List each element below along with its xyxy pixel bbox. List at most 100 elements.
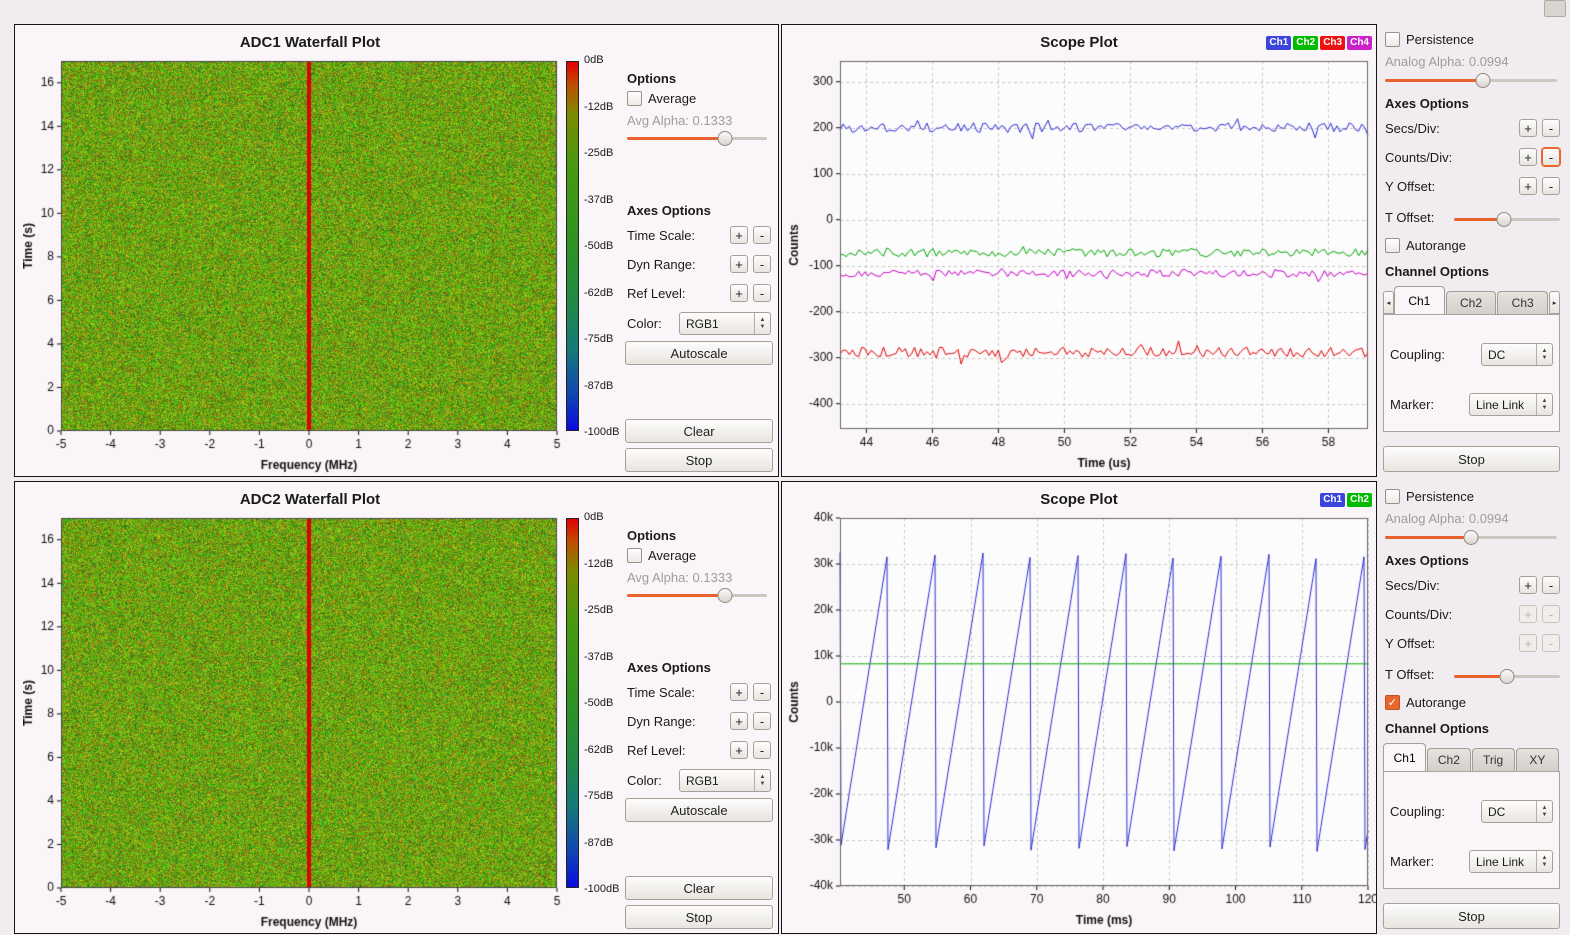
dyn-range-plus-button[interactable]: + — [730, 712, 748, 730]
spinner-arrows-icon[interactable]: ▲▼ — [1536, 344, 1552, 365]
coupling-select[interactable]: DC ▲▼ — [1481, 343, 1553, 366]
slider-knob[interactable] — [1464, 530, 1479, 545]
y-offset-label: Y Offset: — [1385, 179, 1514, 194]
counts-div-minus-button[interactable]: - — [1542, 148, 1560, 166]
stop-button[interactable]: Stop — [625, 905, 773, 929]
ref-level-label: Ref Level: — [627, 743, 725, 758]
colorbar-label: -12dB — [584, 559, 619, 570]
ref-level-plus-button[interactable]: + — [730, 284, 748, 302]
autorange-checkbox[interactable]: ✓ Autorange — [1385, 695, 1466, 710]
scrollbar-thumb[interactable] — [1544, 0, 1566, 17]
autorange-checkbox[interactable]: Autorange — [1385, 238, 1466, 253]
dyn-range-minus-button[interactable]: - — [753, 712, 771, 730]
dyn-range-plus-button[interactable]: + — [730, 255, 748, 273]
autorange-label: Autorange — [1406, 238, 1466, 253]
spinner-arrows-icon[interactable]: ▲▼ — [754, 313, 770, 334]
average-checkbox-box[interactable] — [627, 91, 642, 106]
color-value: RGB1 — [680, 770, 754, 791]
spinner-arrows-icon[interactable]: ▲▼ — [1536, 394, 1552, 415]
ref-level-minus-button[interactable]: - — [753, 284, 771, 302]
tab-scroll-right-icon[interactable]: ▸ — [1549, 291, 1560, 314]
counts-div-plus-button[interactable]: + — [1519, 148, 1537, 166]
y-offset-minus-button[interactable]: - — [1542, 177, 1560, 195]
spinner-arrows-icon[interactable]: ▲▼ — [754, 770, 770, 791]
average-checkbox[interactable]: Average — [627, 548, 696, 563]
persistence-checkbox[interactable]: Persistence — [1385, 489, 1474, 504]
channel-tab-trig[interactable]: Trig — [1472, 748, 1515, 771]
ref-level-minus-button[interactable]: - — [753, 741, 771, 759]
analog-alpha-slider[interactable] — [1385, 73, 1557, 88]
scope2-plot — [788, 510, 1376, 930]
spinner-arrows-icon[interactable]: ▲▼ — [1536, 801, 1552, 822]
autorange-checkbox-box[interactable] — [1385, 238, 1400, 253]
clear-button[interactable]: Clear — [625, 876, 773, 900]
y-offset-plus-button[interactable]: + — [1519, 177, 1537, 195]
ref-level-row: Ref Level: + - — [627, 283, 771, 303]
t-offset-slider[interactable] — [1454, 667, 1560, 682]
channel-tab-ch1[interactable]: Ch1 — [1394, 286, 1445, 314]
t-offset-row: T Offset: — [1385, 207, 1560, 227]
avg-alpha-slider[interactable] — [627, 588, 767, 603]
autorange-label: Autorange — [1406, 695, 1466, 710]
y-offset-plus-button[interactable]: + — [1519, 634, 1537, 652]
channel-tab-ch1[interactable]: Ch1 — [1383, 743, 1426, 771]
counts-div-plus-button[interactable]: + — [1519, 605, 1537, 623]
colorbar-label: -87dB — [584, 838, 619, 849]
colorbar-label: -12dB — [584, 102, 619, 113]
time-scale-minus-button[interactable]: - — [753, 683, 771, 701]
secs-div-minus-button[interactable]: - — [1542, 119, 1560, 137]
channel-tab-ch3[interactable]: Ch3 — [1497, 291, 1548, 314]
slider-knob[interactable] — [1476, 73, 1491, 88]
average-checkbox[interactable]: Average — [627, 91, 696, 106]
persistence-checkbox-box[interactable] — [1385, 32, 1400, 47]
slider-knob[interactable] — [718, 588, 733, 603]
adc1-waterfall-panel: ADC1 Waterfall Plot 0dB-12dB-25dB-37dB-5… — [14, 24, 779, 477]
clear-button[interactable]: Clear — [625, 419, 773, 443]
waterfall1-plot — [23, 51, 563, 475]
time-scale-plus-button[interactable]: + — [730, 226, 748, 244]
persistence-checkbox-box[interactable] — [1385, 489, 1400, 504]
counts-div-minus-button[interactable]: - — [1542, 605, 1560, 623]
average-label: Average — [648, 91, 696, 106]
average-label: Average — [648, 548, 696, 563]
tab-scroll-left-icon[interactable]: ◂ — [1383, 291, 1394, 314]
secs-div-minus-button[interactable]: - — [1542, 576, 1560, 594]
ref-level-plus-button[interactable]: + — [730, 741, 748, 759]
marker-label: Marker: — [1390, 397, 1469, 412]
secs-div-plus-button[interactable]: + — [1519, 576, 1537, 594]
average-checkbox-box[interactable] — [627, 548, 642, 563]
channel-tab-ch2[interactable]: Ch2 — [1427, 748, 1470, 771]
color-select[interactable]: RGB1 ▲▼ — [679, 312, 771, 335]
stop-button[interactable]: Stop — [1383, 446, 1560, 472]
stop-button[interactable]: Stop — [625, 448, 773, 472]
autoscale-button[interactable]: Autoscale — [625, 798, 773, 822]
autorange-checkbox-box[interactable]: ✓ — [1385, 695, 1400, 710]
avg-alpha-slider[interactable] — [627, 131, 767, 146]
slider-knob[interactable] — [1500, 669, 1515, 684]
marker-select[interactable]: Line Link ▲▼ — [1469, 393, 1553, 416]
spinner-arrows-icon[interactable]: ▲▼ — [1536, 851, 1552, 872]
analog-alpha-slider[interactable] — [1385, 530, 1557, 545]
coupling-select[interactable]: DC ▲▼ — [1481, 800, 1553, 823]
time-scale-plus-button[interactable]: + — [730, 683, 748, 701]
colorbar-label: -37dB — [584, 195, 619, 206]
intensity-colorbar — [566, 61, 579, 431]
secs-div-plus-button[interactable]: + — [1519, 119, 1537, 137]
autoscale-button[interactable]: Autoscale — [625, 341, 773, 365]
colorbar-label: 0dB — [584, 55, 619, 66]
stop-button[interactable]: Stop — [1383, 903, 1560, 929]
t-offset-slider[interactable] — [1454, 210, 1560, 225]
color-select[interactable]: RGB1 ▲▼ — [679, 769, 771, 792]
scope-plot-panel-1: Scope Plot Ch1Ch2Ch3Ch4 — [781, 24, 1377, 477]
marker-select[interactable]: Line Link ▲▼ — [1469, 850, 1553, 873]
channel-tab-ch2[interactable]: Ch2 — [1446, 291, 1497, 314]
time-scale-minus-button[interactable]: - — [753, 226, 771, 244]
channel-tab-xy[interactable]: XY — [1516, 748, 1559, 771]
persistence-label: Persistence — [1406, 32, 1474, 47]
persistence-checkbox[interactable]: Persistence — [1385, 32, 1474, 47]
dyn-range-minus-button[interactable]: - — [753, 255, 771, 273]
marker-value: Line Link — [1470, 394, 1536, 415]
y-offset-minus-button[interactable]: - — [1542, 634, 1560, 652]
slider-knob[interactable] — [1496, 212, 1511, 227]
slider-knob[interactable] — [718, 131, 733, 146]
